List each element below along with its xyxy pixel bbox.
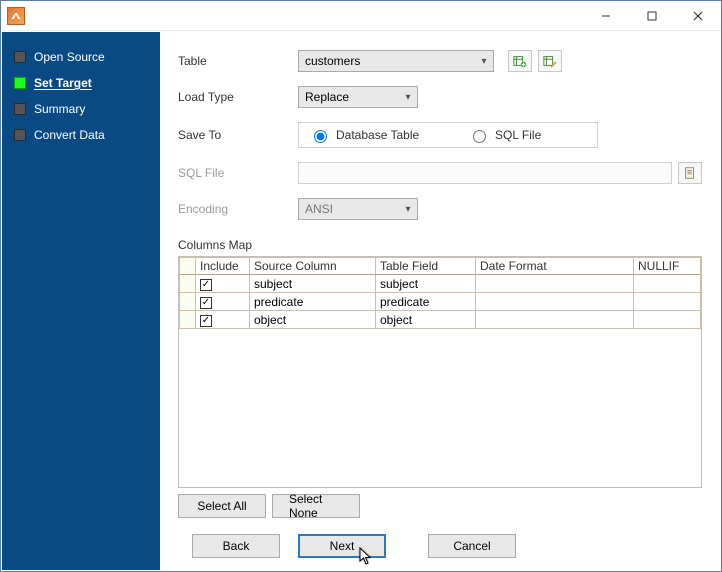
saveto-group: Database Table SQL File bbox=[298, 122, 598, 148]
nullif-cell[interactable] bbox=[634, 275, 701, 293]
grid-corner bbox=[180, 258, 196, 275]
datefmt-cell[interactable] bbox=[476, 311, 634, 329]
select-all-button[interactable]: Select All bbox=[178, 494, 266, 518]
row-header[interactable] bbox=[180, 275, 196, 293]
step-label: Open Source bbox=[34, 50, 105, 64]
table-label: Table bbox=[178, 54, 298, 68]
col-target[interactable]: Table Field bbox=[376, 258, 476, 275]
maximize-button[interactable] bbox=[629, 1, 675, 31]
minimize-button[interactable] bbox=[583, 1, 629, 31]
include-checkbox[interactable] bbox=[200, 279, 212, 291]
grid-empty-area bbox=[179, 329, 701, 487]
include-checkbox[interactable] bbox=[200, 297, 212, 309]
source-cell[interactable]: predicate bbox=[250, 293, 376, 311]
include-cell[interactable] bbox=[196, 275, 250, 293]
close-button[interactable] bbox=[675, 1, 721, 31]
step-label: Set Target bbox=[34, 76, 92, 90]
saveto-db-radio[interactable]: Database Table bbox=[309, 127, 428, 143]
encoding-label: Encoding bbox=[178, 202, 298, 216]
sqlfile-label: SQL File bbox=[178, 166, 298, 180]
encoding-value: ANSI bbox=[305, 202, 333, 216]
row-header[interactable] bbox=[180, 311, 196, 329]
new-table-button[interactable] bbox=[508, 50, 532, 72]
browse-file-button[interactable] bbox=[678, 162, 702, 184]
back-button[interactable]: Back bbox=[192, 534, 280, 558]
include-cell[interactable] bbox=[196, 311, 250, 329]
select-none-button[interactable]: Select None bbox=[272, 494, 360, 518]
encoding-dropdown: ANSI ▾ bbox=[298, 198, 418, 220]
col-source[interactable]: Source Column bbox=[250, 258, 376, 275]
table-dropdown[interactable]: customers ▾ bbox=[298, 50, 494, 72]
loadtype-value: Replace bbox=[305, 90, 349, 104]
next-button[interactable]: Next bbox=[298, 534, 386, 558]
nullif-cell[interactable] bbox=[634, 293, 701, 311]
step-label: Convert Data bbox=[34, 128, 105, 142]
saveto-sql-radio[interactable]: SQL File bbox=[468, 127, 587, 143]
main-panel: Table customers ▾ Load Type Replace bbox=[160, 32, 720, 570]
chevron-down-icon: ▾ bbox=[403, 92, 413, 103]
col-nullif[interactable]: NULLIF bbox=[634, 258, 701, 275]
table-row[interactable]: objectobject bbox=[180, 311, 701, 329]
grid-header-row: Include Source Column Table Field Date F… bbox=[180, 258, 701, 275]
include-cell[interactable] bbox=[196, 293, 250, 311]
table-value: customers bbox=[305, 54, 360, 68]
chevron-down-icon: ▾ bbox=[479, 56, 489, 67]
step-label: Summary bbox=[34, 102, 85, 116]
step-convert-data[interactable]: Convert Data bbox=[2, 122, 160, 148]
include-checkbox[interactable] bbox=[200, 315, 212, 327]
titlebar bbox=[1, 1, 721, 31]
step-open-source[interactable]: Open Source bbox=[2, 44, 160, 70]
nullif-cell[interactable] bbox=[634, 311, 701, 329]
loadtype-dropdown[interactable]: Replace ▾ bbox=[298, 86, 418, 108]
table-row[interactable]: subjectsubject bbox=[180, 275, 701, 293]
chevron-down-icon: ▾ bbox=[403, 204, 413, 215]
edit-table-button[interactable] bbox=[538, 50, 562, 72]
col-datefmt[interactable]: Date Format bbox=[476, 258, 634, 275]
saveto-label: Save To bbox=[178, 128, 298, 142]
datefmt-cell[interactable] bbox=[476, 293, 634, 311]
source-cell[interactable]: subject bbox=[250, 275, 376, 293]
row-header[interactable] bbox=[180, 293, 196, 311]
wizard-steps-sidebar: Open Source Set Target Summary Convert D… bbox=[2, 32, 160, 570]
radio-input[interactable] bbox=[473, 130, 486, 143]
sqlfile-input[interactable] bbox=[298, 162, 672, 184]
datefmt-cell[interactable] bbox=[476, 275, 634, 293]
columns-map-label: Columns Map bbox=[178, 238, 702, 252]
target-cell[interactable]: subject bbox=[376, 275, 476, 293]
app-icon bbox=[7, 7, 25, 25]
radio-input[interactable] bbox=[314, 130, 327, 143]
col-include[interactable]: Include bbox=[196, 258, 250, 275]
target-cell[interactable]: object bbox=[376, 311, 476, 329]
cancel-button[interactable]: Cancel bbox=[428, 534, 516, 558]
loadtype-label: Load Type bbox=[178, 90, 298, 104]
target-cell[interactable]: predicate bbox=[376, 293, 476, 311]
columns-map-grid: Include Source Column Table Field Date F… bbox=[178, 256, 702, 488]
app-window: Open Source Set Target Summary Convert D… bbox=[0, 0, 722, 572]
table-row[interactable]: predicatepredicate bbox=[180, 293, 701, 311]
source-cell[interactable]: object bbox=[250, 311, 376, 329]
step-set-target[interactable]: Set Target bbox=[2, 70, 160, 96]
step-summary[interactable]: Summary bbox=[2, 96, 160, 122]
